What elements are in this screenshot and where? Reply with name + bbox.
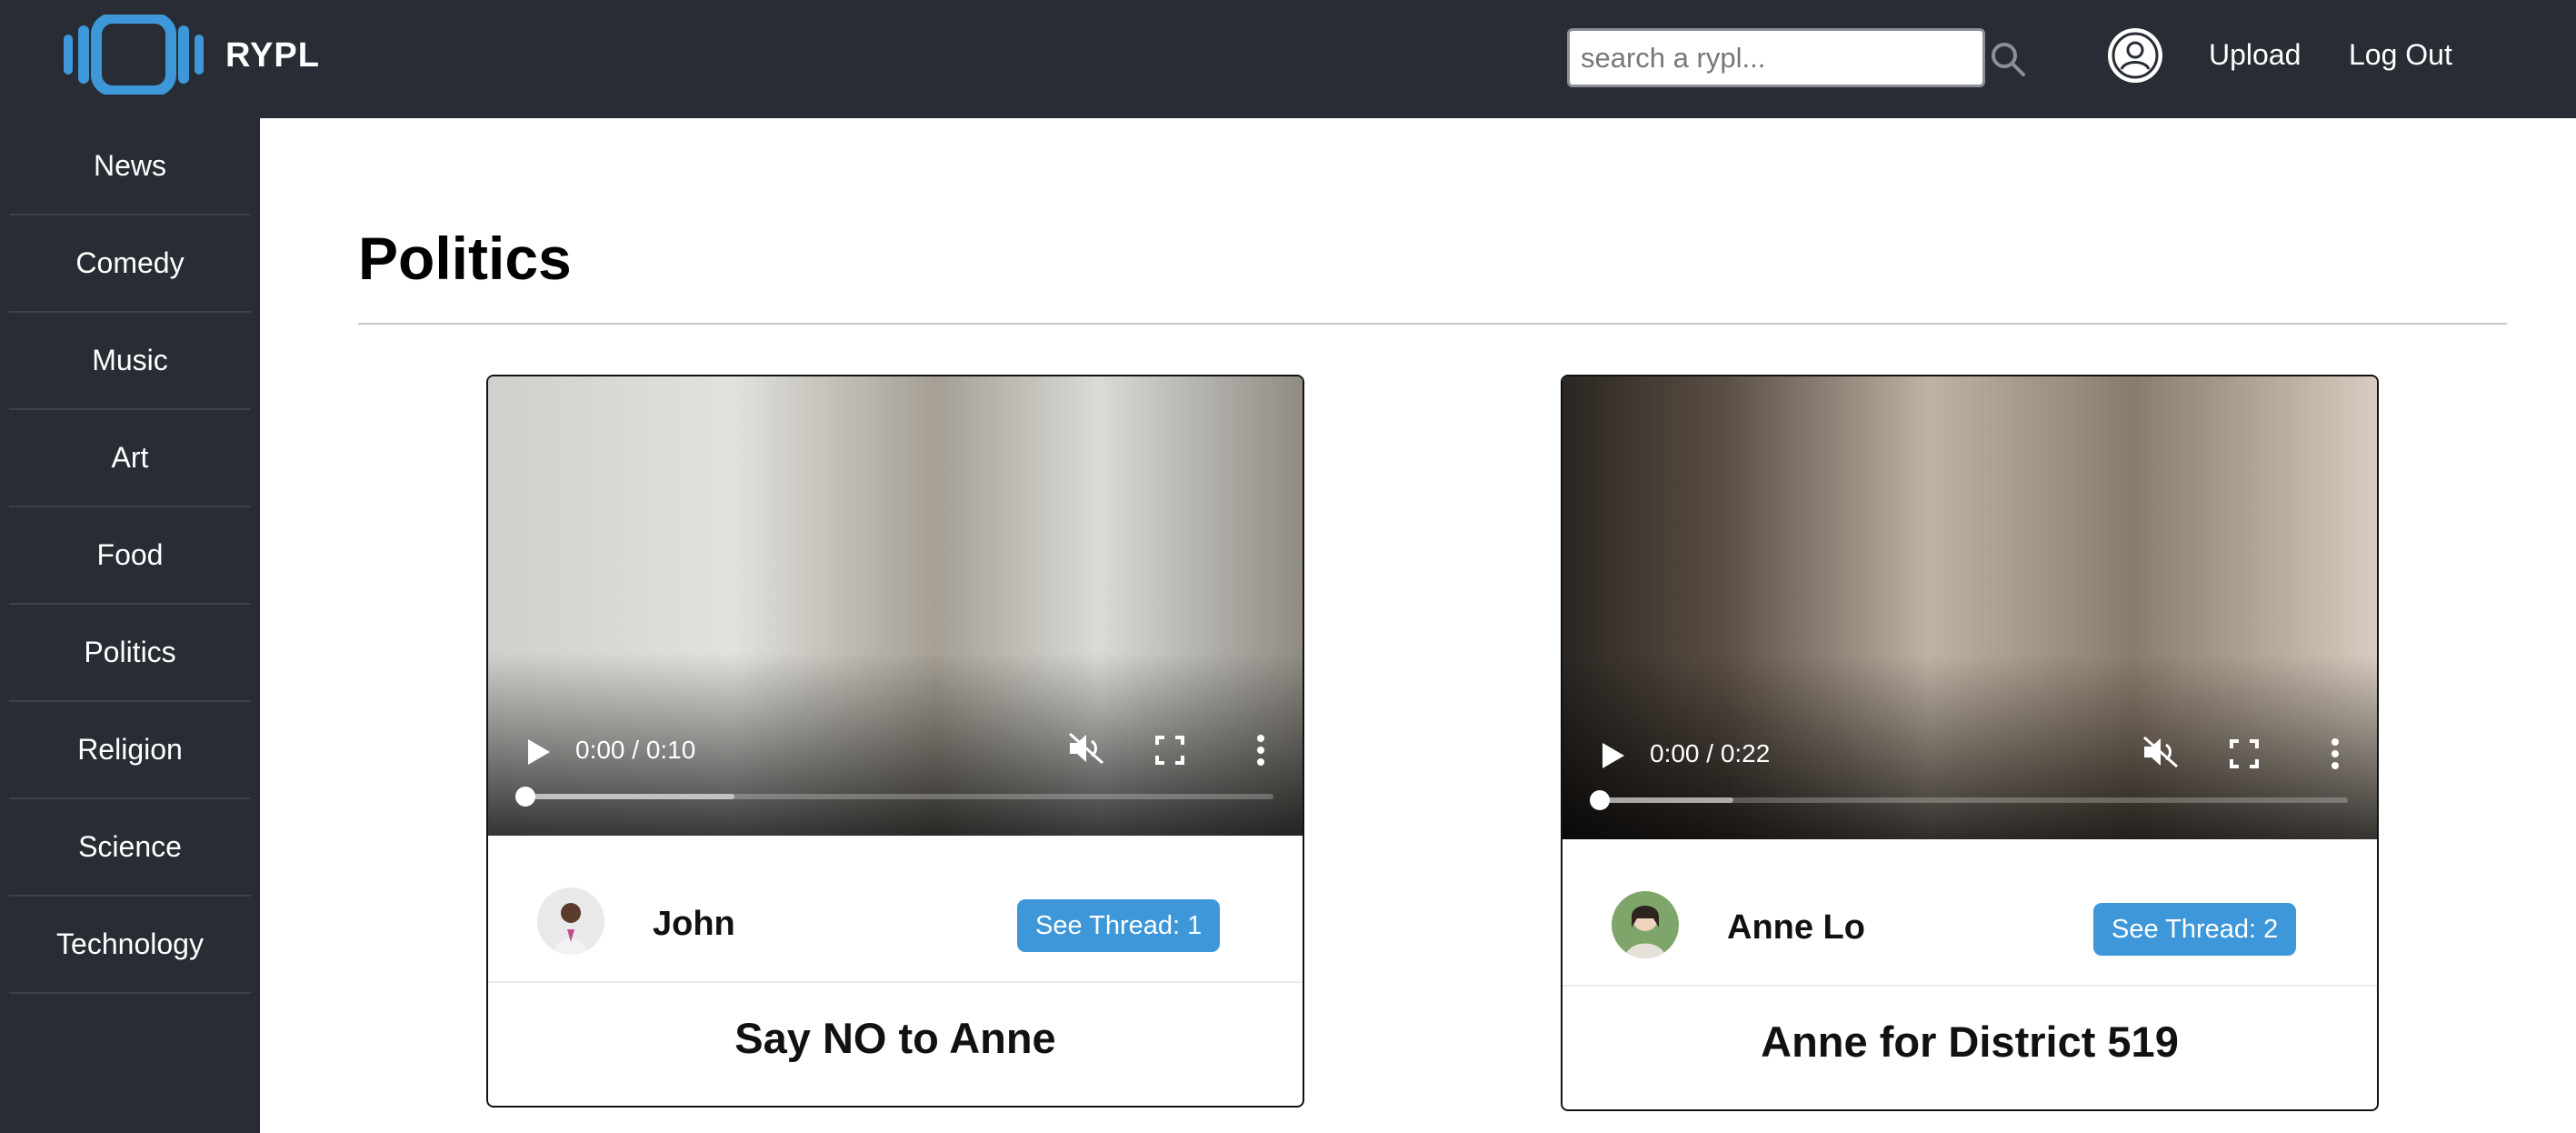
sidebar-item-news[interactable]: News xyxy=(9,118,251,216)
video-progress-bar[interactable] xyxy=(1590,790,2348,810)
upload-link[interactable]: Upload xyxy=(2209,38,2301,72)
see-thread-button[interactable]: See Thread: 2 xyxy=(2093,903,2297,956)
user-profile-icon[interactable] xyxy=(2107,27,2163,84)
video-title: Say NO to Anne xyxy=(734,1014,1056,1062)
rypl-logo-icon[interactable] xyxy=(58,15,209,95)
page-title: Politics xyxy=(358,225,572,292)
progress-knob[interactable] xyxy=(1590,790,1610,810)
sidebar-item-food[interactable]: Food xyxy=(9,507,251,605)
muted-volume-icon[interactable] xyxy=(2141,734,2181,770)
top-navigation-bar: RYPL Upload Log Out xyxy=(0,0,2576,118)
video-card: 0:00 / 0:22 Anne Lo See Thread: 2 Anne f… xyxy=(1561,375,2379,1111)
muted-volume-icon[interactable] xyxy=(1066,730,1106,767)
author-name[interactable]: John xyxy=(653,905,735,944)
category-sidebar: News Comedy Music Art Food Politics Reli… xyxy=(0,118,260,1133)
progress-knob[interactable] xyxy=(515,787,535,807)
fullscreen-icon[interactable] xyxy=(2230,739,2259,768)
video-player[interactable]: 0:00 / 0:22 xyxy=(1563,376,2377,839)
search-icon[interactable] xyxy=(1989,40,2027,78)
title-divider xyxy=(358,323,2507,325)
brand-name[interactable]: RYPL xyxy=(225,36,320,75)
author-avatar[interactable] xyxy=(537,887,604,955)
more-options-icon[interactable] xyxy=(2330,737,2341,770)
sidebar-item-politics[interactable]: Politics xyxy=(9,605,251,702)
sidebar-item-technology[interactable]: Technology xyxy=(9,897,251,994)
video-controls: 0:00 / 0:10 xyxy=(488,727,1303,836)
video-player[interactable]: 0:00 / 0:10 xyxy=(488,376,1303,836)
progress-buffer xyxy=(1599,797,1734,803)
author-name[interactable]: Anne Lo xyxy=(1727,908,1865,948)
play-icon[interactable] xyxy=(1601,741,1626,770)
sidebar-item-comedy[interactable]: Comedy xyxy=(9,216,251,313)
video-progress-bar[interactable] xyxy=(515,787,1273,807)
author-avatar[interactable] xyxy=(1612,891,1679,958)
fullscreen-icon[interactable] xyxy=(1155,736,1184,765)
sidebar-item-music[interactable]: Music xyxy=(9,313,251,410)
logout-link[interactable]: Log Out xyxy=(2349,38,2452,72)
sidebar-item-religion[interactable]: Religion xyxy=(9,702,251,799)
see-thread-button[interactable]: See Thread: 1 xyxy=(1017,899,1221,952)
video-controls: 0:00 / 0:22 xyxy=(1563,730,2377,839)
sidebar-item-art[interactable]: Art xyxy=(9,410,251,507)
video-time: 0:00 / 0:10 xyxy=(575,736,696,764)
progress-buffer xyxy=(524,794,734,799)
search-input[interactable] xyxy=(1567,28,1985,87)
video-time: 0:00 / 0:22 xyxy=(1650,739,1771,767)
author-row: Anne Lo See Thread: 2 xyxy=(1563,839,2377,987)
author-row: John See Thread: 1 xyxy=(488,836,1303,983)
more-options-icon[interactable] xyxy=(1255,734,1266,767)
sidebar-item-science[interactable]: Science xyxy=(9,799,251,897)
play-icon[interactable] xyxy=(526,737,552,767)
video-card: 0:00 / 0:10 John See Thread: 1 Say NO to… xyxy=(486,375,1304,1108)
video-title: Anne for District 519 xyxy=(1761,1018,2179,1066)
